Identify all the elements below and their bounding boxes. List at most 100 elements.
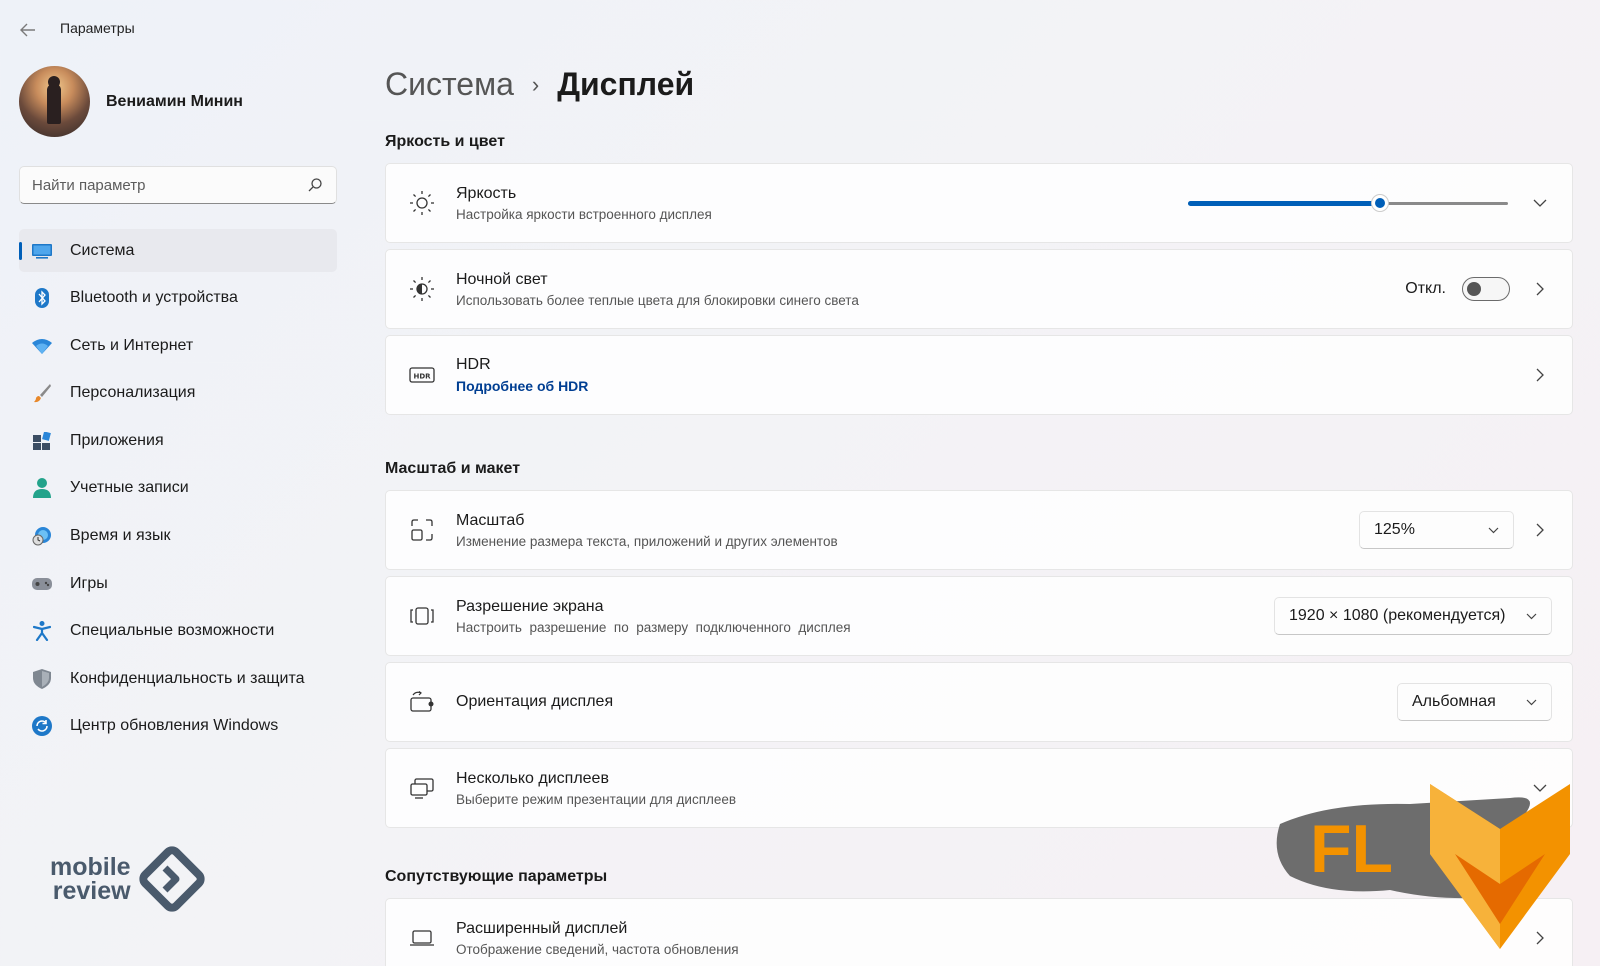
scale-icon (408, 516, 436, 544)
section-title-scale-layout: Масштаб и макет (385, 460, 521, 477)
update-icon (32, 716, 52, 737)
sidebar-item-windows-update[interactable]: Центр обновления Windows (19, 705, 337, 748)
resolution-value: 1920 × 1080 (рекомендуется) (1289, 607, 1506, 624)
sidebar-item-label: Bluetooth и устройства (70, 289, 238, 307)
orientation-dropdown[interactable]: Альбомная (1397, 683, 1552, 721)
hdr-learn-more-link[interactable]: Подробнее об HDR (456, 378, 588, 394)
monitor-icon (32, 241, 52, 261)
chevron-down-icon[interactable] (1528, 191, 1552, 215)
wifi-icon (32, 336, 52, 356)
brightness-title: Яркость (456, 184, 517, 202)
sidebar-item-label: Специальные возможности (70, 622, 275, 640)
sidebar-item-network[interactable]: Сеть и Интернет (19, 324, 337, 367)
scale-card[interactable]: Масштаб Изменение размера текста, прилож… (385, 490, 1573, 570)
search-box[interactable] (19, 166, 337, 204)
night-light-icon (408, 275, 436, 303)
sidebar-item-accessibility[interactable]: Специальные возможности (19, 610, 337, 653)
breadcrumb-separator: › (531, 71, 540, 97)
sidebar-item-gaming[interactable]: Игры (19, 562, 337, 605)
chevron-right-icon[interactable] (1528, 277, 1552, 301)
toggle-knob (1467, 282, 1481, 296)
title-bar: Параметры (0, 0, 1600, 58)
brightness-slider[interactable] (1188, 193, 1508, 213)
mobile-review-line2: review (52, 877, 131, 905)
brush-icon (32, 383, 52, 403)
multiple-displays-title: Несколько дисплеев (456, 769, 609, 787)
mobile-review-line1: mobile (50, 853, 131, 881)
search-input[interactable] (32, 176, 306, 194)
scale-title: Масштаб (456, 511, 525, 529)
resolution-icon (408, 602, 436, 630)
hdr-card[interactable]: HDR HDR Подробнее об HDR (385, 335, 1573, 415)
sidebar-item-personalization[interactable]: Персонализация (19, 372, 337, 415)
breadcrumb-parent[interactable]: Система (385, 66, 514, 103)
sun-icon (408, 189, 436, 217)
night-light-card[interactable]: Ночной свет Использовать более теплые цв… (385, 249, 1573, 329)
extended-display-title: Расширенный дисплей (456, 919, 628, 937)
sidebar-item-label: Игры (70, 574, 108, 592)
sidebar-item-label: Персонализация (70, 384, 196, 402)
svg-text:HDR: HDR (413, 373, 431, 381)
resolution-card[interactable]: Разрешение экрана Настроить разрешение п… (385, 576, 1573, 656)
slider-thumb[interactable] (1371, 194, 1389, 212)
chevron-right-icon[interactable] (1528, 518, 1552, 542)
hdr-title: HDR (456, 356, 491, 373)
resolution-subtitle: Настроить разрешение по размеру подключе… (456, 619, 851, 635)
shield-icon (32, 668, 52, 689)
scale-dropdown[interactable]: 125% (1359, 511, 1514, 549)
sidebar-item-label: Приложения (70, 431, 164, 449)
sidebar-item-label: Конфиденциальность и защита (70, 669, 305, 687)
chevron-down-icon (1526, 695, 1537, 709)
orientation-title: Ориентация дисплея (456, 693, 614, 710)
page-title: Дисплей (557, 66, 695, 102)
svg-text:FL: FL (1310, 811, 1393, 887)
hdr-icon: HDR (408, 361, 436, 389)
orientation-icon (408, 688, 436, 716)
sidebar-item-accounts[interactable]: Учетные записи (19, 467, 337, 510)
account-icon (32, 478, 52, 499)
scale-value: 125% (1374, 521, 1415, 538)
slider-fill (1188, 201, 1380, 206)
night-light-subtitle: Использовать более теплые цвета для блок… (456, 292, 859, 308)
sidebar-item-apps[interactable]: Приложения (19, 419, 337, 462)
sidebar-nav: Система Bluetooth и устройства Сеть и Ин… (19, 229, 337, 753)
apps-icon (32, 431, 52, 451)
laptop-icon (408, 924, 436, 952)
back-arrow-icon[interactable] (16, 18, 40, 42)
mobile-review-watermark: mobile review (50, 844, 207, 914)
orientation-card[interactable]: Ориентация дисплея Альбомная (385, 662, 1573, 742)
night-light-title: Ночной свет (456, 270, 548, 288)
section-title-related: Сопутствующие параметры (385, 868, 608, 885)
brightness-subtitle: Настройка яркости встроенного дисплея (456, 206, 712, 222)
sidebar-item-time-language[interactable]: Время и язык (19, 515, 337, 558)
multiple-displays-subtitle: Выберите режим презентации для дисплеев (456, 791, 737, 807)
avatar (19, 66, 90, 137)
globe-clock-icon (32, 526, 52, 546)
breadcrumb: Система › Дисплей (385, 66, 694, 103)
chevron-right-icon[interactable] (1528, 363, 1552, 387)
user-profile[interactable]: Вениамин Минин (19, 66, 243, 137)
chevron-down-icon (1488, 523, 1499, 537)
gamepad-icon (32, 574, 52, 594)
sidebar-item-privacy[interactable]: Конфиденциальность и защита (19, 657, 337, 700)
orientation-value: Альбомная (1412, 693, 1496, 710)
chevron-down-icon (1526, 609, 1537, 623)
multiple-displays-icon (408, 774, 436, 802)
sidebar-item-bluetooth[interactable]: Bluetooth и устройства (19, 277, 337, 320)
sidebar-item-label: Сеть и Интернет (70, 336, 194, 354)
sidebar-item-system[interactable]: Система (19, 229, 337, 272)
accessibility-icon (32, 621, 52, 642)
sidebar-item-label: Центр обновления Windows (70, 717, 279, 735)
resolution-dropdown[interactable]: 1920 × 1080 (рекомендуется) (1274, 597, 1552, 635)
resolution-title: Разрешение экрана (456, 597, 604, 615)
night-light-toggle[interactable] (1462, 277, 1510, 301)
brightness-card[interactable]: Яркость Настройка яркости встроенного ди… (385, 163, 1573, 243)
search-icon[interactable] (306, 176, 324, 194)
bluetooth-icon (32, 288, 52, 309)
night-light-state: Откл. (1405, 280, 1446, 297)
sidebar-item-label: Система (70, 241, 135, 259)
sidebar-item-label: Время и язык (70, 527, 171, 545)
sidebar-item-label: Учетные записи (70, 479, 189, 497)
app-title: Параметры (60, 20, 135, 36)
extended-display-subtitle: Отображение сведений, частота обновления (456, 941, 739, 957)
